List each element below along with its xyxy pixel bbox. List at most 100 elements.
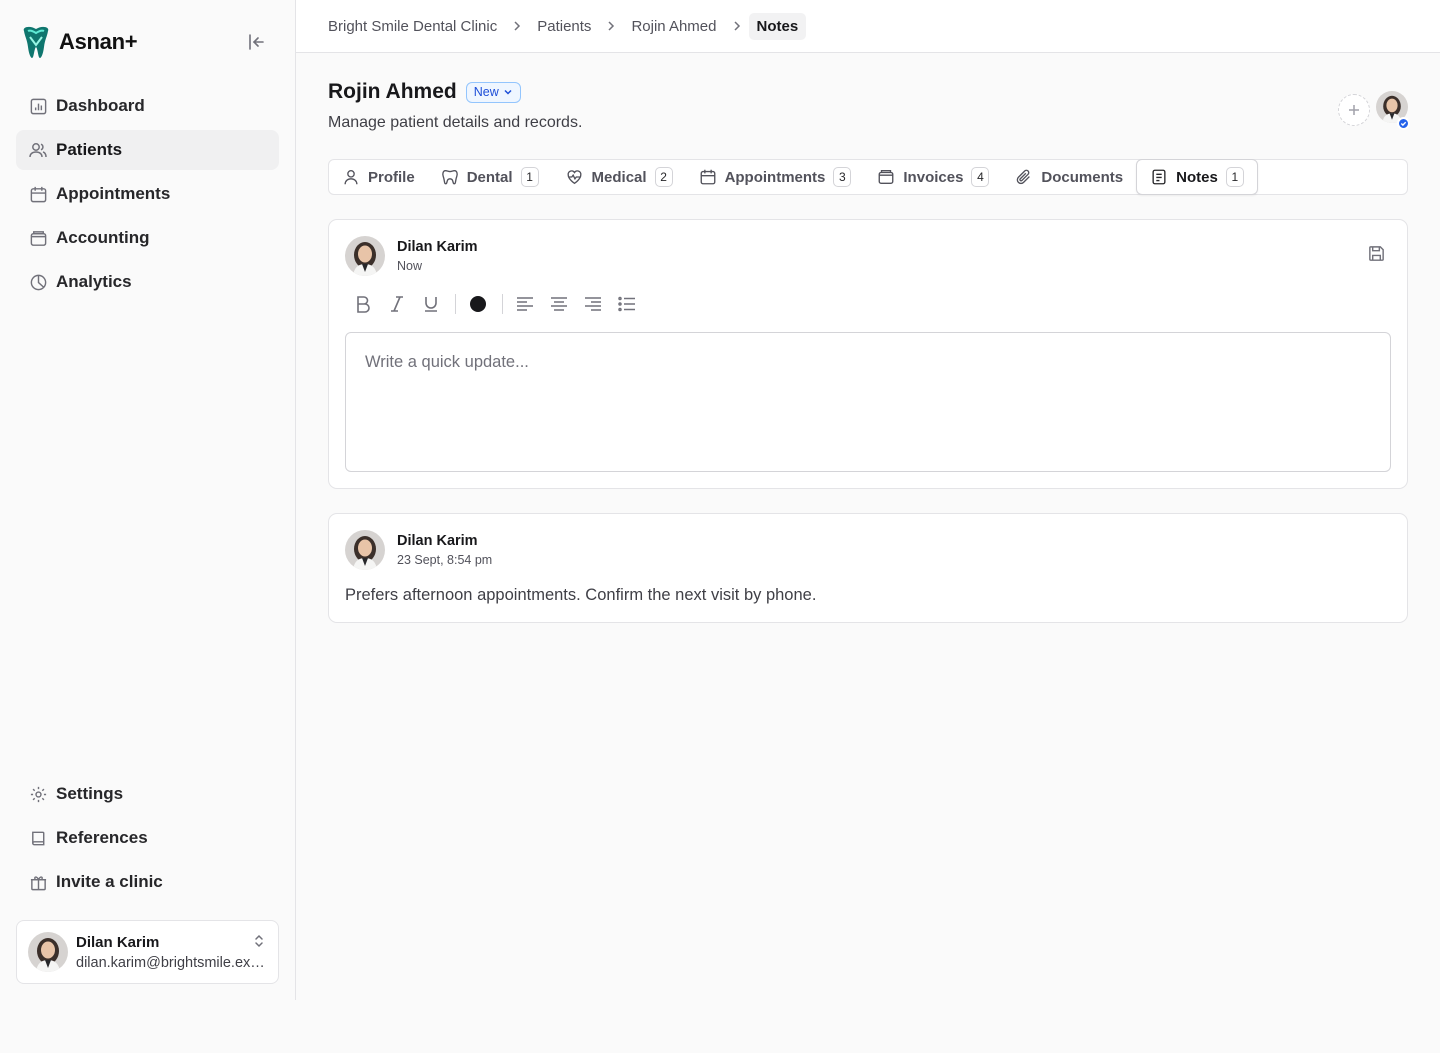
wallet-icon — [877, 168, 895, 186]
chevron-right-icon — [605, 20, 617, 32]
user-email: dilan.karim@brightsmile.example.com — [76, 954, 270, 971]
sidebar-item-label: Analytics — [56, 272, 132, 291]
formatting-toolbar — [351, 292, 649, 316]
breadcrumb: Bright Smile Dental Clinic Patients Roji… — [296, 0, 1440, 53]
tab-label: Documents — [1041, 168, 1124, 186]
sidebar-item-label: Accounting — [56, 228, 150, 247]
tab-notes[interactable]: Notes 1 — [1136, 159, 1258, 195]
chart-icon — [28, 96, 48, 116]
patient-tabs: Profile Dental 1 Medical 2 Appointments … — [328, 159, 1408, 195]
add-member-button[interactable] — [1338, 93, 1370, 126]
user-menu[interactable]: Dilan Karim dilan.karim@brightsmile.exam… — [16, 920, 279, 984]
collapse-sidebar-button[interactable] — [244, 30, 268, 54]
sidebar-item-patients[interactable]: Patients — [16, 130, 279, 170]
brand[interactable]: Asnan+ — [20, 24, 138, 60]
note-item: Dilan Karim 23 Sept, 8:54 pm Prefers aft… — [328, 513, 1408, 623]
note-composer: Dilan Karim Now — [328, 219, 1408, 489]
align-left-button[interactable] — [513, 292, 537, 316]
breadcrumb-current: Notes — [748, 12, 807, 40]
sidebar-item-label: Settings — [56, 784, 124, 803]
tab-documents[interactable]: Documents — [1002, 159, 1136, 195]
chevron-down-icon — [504, 89, 512, 95]
sidebar-item-analytics[interactable]: Analytics — [16, 262, 279, 302]
avatar — [345, 236, 385, 276]
color-swatch-icon — [470, 296, 486, 312]
composer-author: Dilan Karim — [397, 239, 478, 255]
toolbar-divider — [455, 294, 456, 314]
italic-icon — [391, 296, 403, 312]
gear-icon — [28, 784, 48, 804]
chevron-up-down-icon — [255, 934, 263, 948]
note-author: Dilan Karim — [397, 533, 478, 549]
sidebar-item-appointments[interactable]: Appointments — [16, 174, 279, 214]
sidebar-item-label: References — [56, 828, 148, 847]
tab-appointments[interactable]: Appointments 3 — [686, 159, 865, 195]
breadcrumb-clinic[interactable]: Bright Smile Dental Clinic — [328, 18, 497, 35]
tab-profile[interactable]: Profile — [329, 159, 428, 195]
sidebar-item-references[interactable]: References — [16, 818, 279, 858]
tab-count: 2 — [654, 167, 673, 187]
gift-icon — [28, 872, 48, 892]
chevron-right-icon — [731, 20, 743, 32]
tab-count: 1 — [520, 167, 539, 187]
paperclip-icon — [1015, 168, 1033, 186]
tooth-icon — [441, 168, 459, 186]
italic-button[interactable] — [385, 292, 409, 316]
sidebar-item-dashboard[interactable]: Dashboard — [16, 86, 279, 126]
save-note-button[interactable] — [1365, 242, 1387, 264]
underline-button[interactable] — [419, 292, 443, 316]
sidebar-collapse-icon — [249, 34, 264, 50]
main-nav: Dashboard Patients Appointments Accounti… — [16, 86, 279, 306]
toolbar-divider — [502, 294, 503, 314]
chevron-right-icon — [511, 20, 523, 32]
align-left-icon — [517, 297, 533, 311]
users-icon — [28, 140, 48, 160]
bold-icon — [357, 296, 370, 313]
check-badge-icon — [1397, 117, 1410, 130]
sidebar-item-invite[interactable]: Invite a clinic — [16, 862, 279, 902]
tab-invoices[interactable]: Invoices 4 — [864, 159, 1002, 195]
sidebar-item-label: Appointments — [56, 184, 171, 203]
status-badge[interactable]: New — [465, 81, 521, 103]
tab-label: Profile — [368, 168, 415, 186]
align-center-button[interactable] — [547, 292, 571, 316]
text-color-button[interactable] — [466, 292, 490, 316]
tab-label: Invoices — [903, 168, 964, 186]
sidebar-item-accounting[interactable]: Accounting — [16, 218, 279, 258]
status-badge-label: New — [473, 85, 499, 99]
bold-button[interactable] — [351, 292, 375, 316]
tab-medical[interactable]: Medical 2 — [552, 159, 686, 195]
tab-dental[interactable]: Dental 1 — [428, 159, 552, 195]
wallet-icon — [28, 228, 48, 248]
align-right-icon — [585, 297, 601, 311]
sidebar: Asnan+ Dashboard Patients Appointments A… — [0, 0, 296, 1000]
note-input[interactable] — [345, 332, 1391, 472]
book-icon — [28, 828, 48, 848]
align-center-icon — [551, 297, 567, 311]
bullet-list-button[interactable] — [615, 292, 639, 316]
sidebar-item-settings[interactable]: Settings — [16, 774, 279, 814]
sidebar-item-label: Dashboard — [56, 96, 145, 115]
page-subtitle: Manage patient details and records. — [328, 114, 583, 131]
header-actions — [1338, 91, 1410, 130]
calendar-icon — [28, 184, 48, 204]
breadcrumb-patients[interactable]: Patients — [537, 18, 591, 35]
heart-pulse-icon — [565, 168, 584, 186]
tab-count: 4 — [971, 167, 990, 187]
sidebar-item-label: Invite a clinic — [56, 872, 163, 891]
list-icon — [618, 296, 635, 312]
composer-time: Now — [397, 259, 423, 273]
plus-icon — [1349, 104, 1359, 115]
page-header: Rojin Ahmed New Manage patient details a… — [328, 80, 582, 132]
assigned-avatar[interactable] — [1376, 91, 1410, 130]
avatar — [345, 530, 385, 570]
pie-icon — [28, 272, 48, 292]
align-right-button[interactable] — [581, 292, 605, 316]
tab-count: 3 — [833, 167, 852, 187]
underline-icon — [425, 297, 437, 312]
user-name: Dilan Karim — [76, 933, 160, 951]
secondary-nav: Settings References Invite a clinic — [16, 774, 279, 906]
tab-label: Notes — [1176, 168, 1218, 186]
breadcrumb-patient[interactable]: Rojin Ahmed — [631, 18, 716, 35]
user-icon — [342, 168, 360, 186]
